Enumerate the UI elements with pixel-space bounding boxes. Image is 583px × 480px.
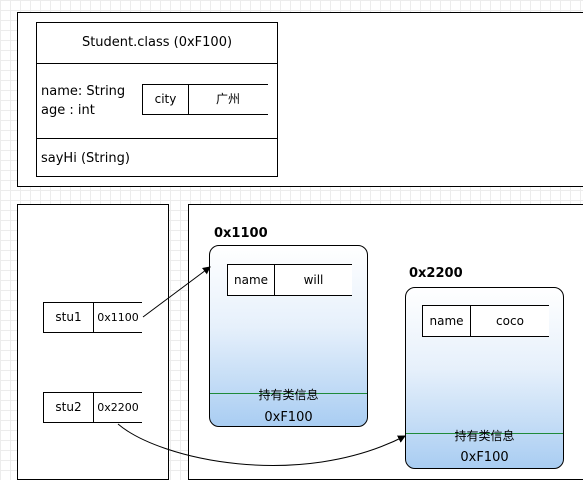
arrow-stu2-to-obj2 — [117, 423, 406, 466]
arrow-stu1-to-obj1 — [142, 266, 211, 318]
reference-arrows — [117, 266, 406, 466]
